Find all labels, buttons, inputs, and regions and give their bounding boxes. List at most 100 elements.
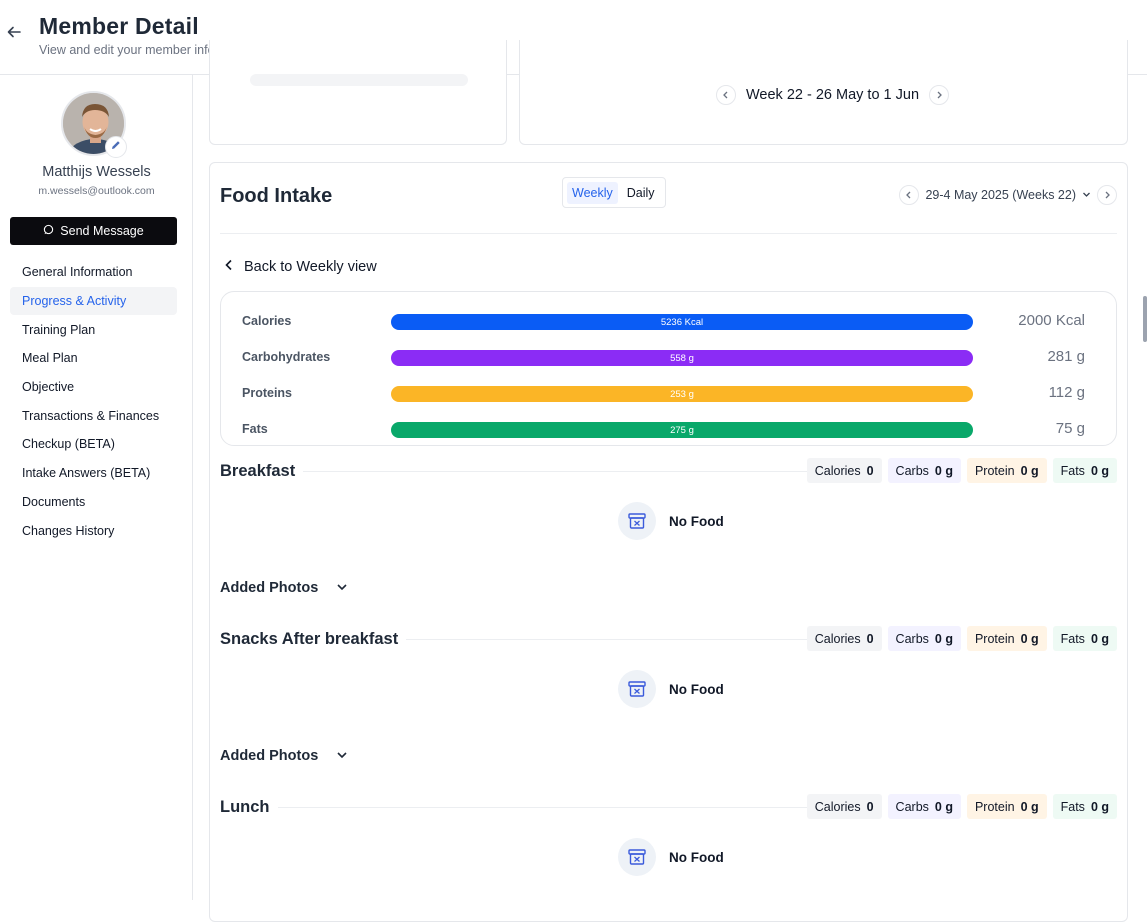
chip-value: 0 bbox=[866, 631, 874, 646]
chip-value: 0 g bbox=[1020, 799, 1039, 814]
food-intake-card: Food Intake Weekly Daily 29-4 May 2025 (… bbox=[209, 162, 1128, 922]
archive-box-icon bbox=[618, 502, 656, 540]
sidebar-item-general-information[interactable]: General Information bbox=[10, 258, 177, 287]
chevron-down-icon bbox=[1082, 188, 1091, 202]
toggle-weekly[interactable]: Weekly bbox=[567, 181, 618, 204]
sidebar-item-progress-activity[interactable]: Progress & Activity bbox=[10, 286, 177, 316]
header-divider bbox=[220, 233, 1117, 234]
prev-week-button[interactable] bbox=[716, 85, 736, 105]
back-to-weekly-button[interactable]: Back to Weekly view bbox=[224, 259, 377, 275]
added-photos-toggle[interactable]: Added Photos bbox=[220, 580, 348, 596]
added-photos-toggle[interactable]: Added Photos bbox=[220, 748, 348, 764]
chip-label: Protein bbox=[974, 799, 1015, 814]
food-intake-title: Food Intake bbox=[220, 185, 333, 207]
sidebar-item-documents[interactable]: Documents bbox=[10, 488, 177, 517]
meal-title: Snacks After breakfast bbox=[220, 630, 407, 649]
calories-chip: Calories 0 bbox=[806, 794, 882, 819]
summary-row-fats: Fats 275 g 75 g bbox=[221, 420, 1118, 440]
chip-value: 0 g bbox=[1020, 463, 1039, 478]
range-dropdown[interactable]: 29-4 May 2025 (Weeks 22) bbox=[925, 188, 1091, 202]
summary-row-calories: Calories 5236 Kcal 2000 Kcal bbox=[221, 312, 1118, 332]
chip-label: Calories bbox=[814, 631, 861, 646]
fats-target: 75 g bbox=[1055, 420, 1085, 437]
top-left-card bbox=[209, 40, 507, 145]
chip-value: 0 bbox=[866, 799, 874, 814]
chevron-right-icon bbox=[1103, 186, 1111, 204]
view-toggle: Weekly Daily bbox=[562, 177, 666, 208]
range-label: 29-4 May 2025 (Weeks 22) bbox=[925, 188, 1076, 202]
meal-title: Breakfast bbox=[220, 462, 304, 481]
sidebar-item-meal-plan[interactable]: Meal Plan bbox=[10, 344, 177, 373]
chip-label: Fats bbox=[1060, 631, 1085, 646]
send-message-label: Send Message bbox=[60, 224, 144, 238]
protein-chip: Protein 0 g bbox=[966, 794, 1047, 819]
chip-label: Protein bbox=[974, 463, 1015, 478]
member-email: m.wessels@outlook.com bbox=[38, 185, 155, 197]
page-title: Member Detail bbox=[39, 13, 199, 39]
chip-value: 0 g bbox=[1020, 631, 1039, 646]
protein-chip: Protein 0 g bbox=[966, 626, 1047, 651]
chip-value: 0 g bbox=[934, 799, 953, 814]
week-label: Week 22 - 26 May to 1 Jun bbox=[746, 87, 920, 103]
chip-label: Carbs bbox=[895, 799, 929, 814]
summary-row-carbohydrates: Carbohydrates 558 g 281 g bbox=[221, 348, 1118, 368]
archive-box-icon bbox=[618, 670, 656, 708]
nutrition-summary: Calories 5236 Kcal 2000 Kcal Carbohydrat… bbox=[220, 291, 1117, 446]
chip-value: 0 g bbox=[934, 463, 953, 478]
chip-label: Protein bbox=[974, 631, 1015, 646]
sidebar-item-objective[interactable]: Objective bbox=[10, 373, 177, 402]
toggle-daily[interactable]: Daily bbox=[622, 182, 660, 204]
calories-bar: 5236 Kcal bbox=[391, 314, 973, 330]
next-range-button[interactable] bbox=[1097, 185, 1117, 205]
next-week-button[interactable] bbox=[929, 85, 950, 105]
back-to-weekly-label: Back to Weekly view bbox=[244, 259, 377, 275]
summary-label: Fats bbox=[242, 422, 268, 436]
week-navigator: Week 22 - 26 May to 1 Jun bbox=[716, 85, 950, 105]
back-arrow-icon[interactable] bbox=[4, 22, 24, 42]
chip-value: 0 g bbox=[1090, 631, 1109, 646]
fats-bar: 275 g bbox=[391, 422, 973, 438]
proteins-value: 253 g bbox=[670, 388, 694, 400]
empty-state: No Food bbox=[618, 670, 724, 708]
chevron-left-icon bbox=[224, 259, 234, 275]
chip-label: Calories bbox=[814, 463, 861, 478]
fats-chip: Fats 0 g bbox=[1052, 794, 1117, 819]
sidebar-item-transactions-finances[interactable]: Transactions & Finances bbox=[10, 401, 177, 430]
chevron-right-icon bbox=[935, 86, 943, 104]
added-photos-label: Added Photos bbox=[220, 580, 319, 596]
chip-label: Fats bbox=[1060, 463, 1085, 478]
sidebar-item-intake-answers[interactable]: Intake Answers (BETA) bbox=[10, 459, 177, 488]
chevron-down-icon bbox=[336, 580, 348, 596]
fats-chip: Fats 0 g bbox=[1052, 458, 1117, 483]
prev-range-button[interactable] bbox=[899, 185, 920, 205]
meal-divider bbox=[220, 807, 820, 808]
sidebar-item-checkup[interactable]: Checkup (BETA) bbox=[10, 430, 177, 459]
calories-chip: Calories 0 bbox=[806, 458, 882, 483]
summary-label: Proteins bbox=[242, 386, 293, 400]
chip-label: Carbs bbox=[895, 631, 929, 646]
edit-avatar-button[interactable] bbox=[105, 136, 127, 158]
carbohydrates-value: 558 g bbox=[670, 352, 694, 364]
calories-value: 5236 Kcal bbox=[660, 316, 704, 328]
carbohydrates-target: 281 g bbox=[1047, 348, 1085, 365]
meal-macros: Calories 0 Carbs 0 g Protein 0 g Fats 0 g bbox=[806, 458, 1117, 483]
carbohydrates-bar: 558 g bbox=[391, 350, 973, 366]
scrollbar-thumb[interactable] bbox=[1143, 296, 1147, 342]
sidebar-item-changes-history[interactable]: Changes History bbox=[10, 516, 177, 545]
chip-value: 0 bbox=[866, 463, 874, 478]
archive-box-icon bbox=[618, 838, 656, 876]
sidebar-item-training-plan[interactable]: Training Plan bbox=[10, 315, 177, 344]
carbs-chip: Carbs 0 g bbox=[887, 458, 961, 483]
chip-label: Fats bbox=[1060, 799, 1085, 814]
pencil-icon bbox=[110, 138, 122, 156]
placeholder-bar bbox=[250, 74, 468, 86]
calories-target: 2000 Kcal bbox=[1018, 312, 1085, 329]
meal-macros: Calories 0 Carbs 0 g Protein 0 g Fats 0 g bbox=[806, 626, 1117, 651]
sidebar: Matthijs Wessels m.wessels@outlook.com S… bbox=[0, 75, 193, 900]
added-photos-label: Added Photos bbox=[220, 748, 319, 764]
send-message-button[interactable]: Send Message bbox=[10, 217, 177, 245]
member-name: Matthijs Wessels bbox=[42, 164, 151, 180]
chevron-down-icon bbox=[336, 748, 348, 764]
chip-label: Carbs bbox=[895, 463, 929, 478]
meal-title: Lunch bbox=[220, 798, 278, 817]
